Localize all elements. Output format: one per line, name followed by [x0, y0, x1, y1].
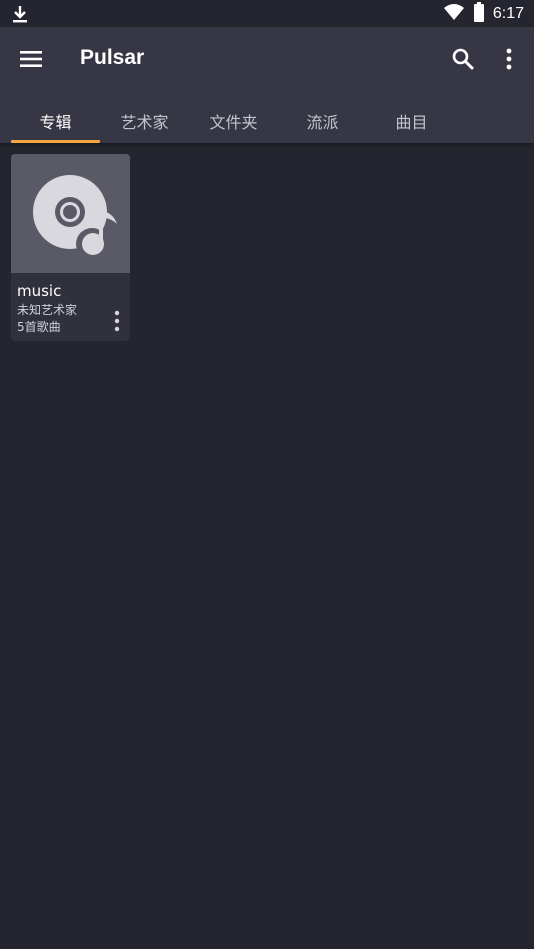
tab-artists[interactable]: 艺术家	[100, 99, 189, 143]
app-bar: Pulsar 专辑 艺术家 文件夹 流派 曲目	[0, 27, 534, 143]
more-vert-icon[interactable]	[109, 309, 125, 333]
wifi-icon	[443, 3, 465, 25]
tab-albums[interactable]: 专辑	[11, 99, 100, 143]
status-bar: 6:17	[0, 0, 534, 27]
tab-genres[interactable]: 流派	[278, 99, 367, 143]
tab-tracks[interactable]: 曲目	[367, 99, 456, 143]
album-title: music	[17, 282, 62, 300]
search-icon[interactable]	[450, 46, 476, 72]
album-song-count: 5首歌曲	[17, 320, 61, 334]
album-placeholder-icon	[11, 175, 130, 277]
album-card[interactable]: music 未知艺术家 5首歌曲	[11, 154, 130, 341]
app-title: Pulsar	[80, 46, 145, 69]
album-art	[11, 154, 130, 273]
tab-bar: 专辑 艺术家 文件夹 流派 曲目	[11, 99, 523, 143]
download-icon	[10, 4, 30, 24]
more-vert-icon[interactable]	[498, 46, 520, 72]
status-time: 6:17	[492, 5, 524, 22]
tab-folders[interactable]: 文件夹	[189, 99, 278, 143]
hamburger-menu-icon[interactable]	[18, 47, 44, 71]
battery-icon	[473, 2, 485, 26]
album-artist: 未知艺术家	[17, 303, 78, 317]
